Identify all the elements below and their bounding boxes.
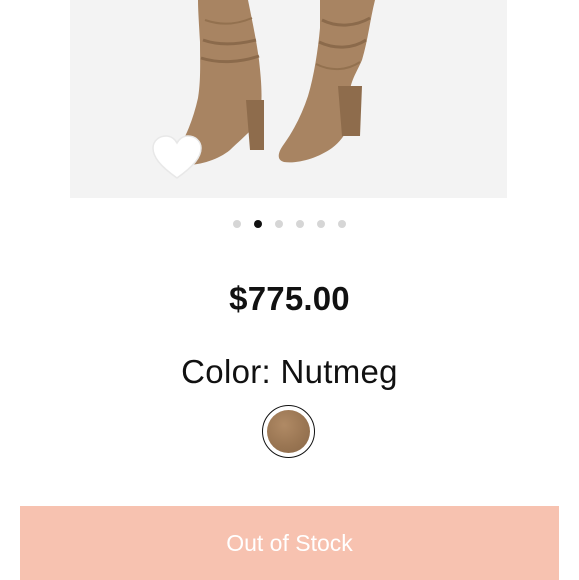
out-of-stock-button[interactable]: Out of Stock [20,506,559,580]
carousel-dot-3[interactable] [275,220,283,228]
heart-outline-icon[interactable] [150,134,204,182]
carousel-dot-5[interactable] [317,220,325,228]
product-price: $775.00 [229,280,350,317]
carousel-dot-2-active[interactable] [254,220,262,228]
color-swatch-nutmeg[interactable] [262,405,315,458]
swatch-fill [267,410,310,453]
carousel-dot-1[interactable] [233,220,241,228]
carousel-indicators [0,220,579,228]
product-image[interactable] [70,0,507,198]
boots-photo [175,0,375,166]
carousel-dot-4[interactable] [296,220,304,228]
selected-color-label: Color: Nutmeg [181,353,398,390]
carousel-dot-6[interactable] [338,220,346,228]
